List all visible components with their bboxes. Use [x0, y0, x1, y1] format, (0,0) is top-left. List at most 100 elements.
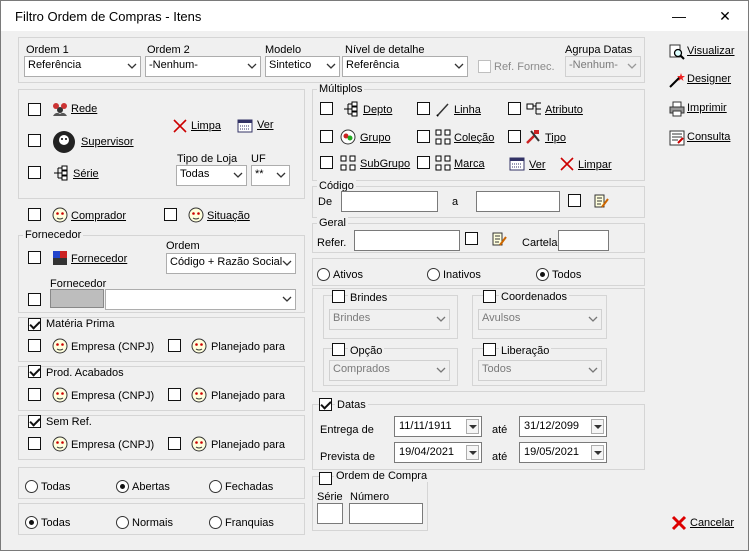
todos-radio[interactable]: [536, 268, 549, 281]
modelo-select[interactable]: Sintetico: [265, 56, 340, 77]
subgrupo-label[interactable]: SubGrupo: [360, 158, 410, 170]
situacao-checkbox[interactable]: [164, 208, 177, 221]
brindes-checkbox[interactable]: [332, 290, 345, 303]
opcao-checkbox[interactable]: [332, 343, 345, 356]
materia-planejado-checkbox[interactable]: [168, 339, 181, 352]
refer-checkbox[interactable]: [465, 232, 478, 245]
situacao-label[interactable]: Situação: [207, 210, 250, 222]
network-people-icon: [53, 103, 67, 116]
colecao-label[interactable]: Coleção: [454, 132, 494, 144]
semref-empresa-checkbox[interactable]: [28, 437, 41, 450]
tipo-loja-select[interactable]: Todas: [176, 165, 247, 186]
cartela-label: Cartela: [522, 237, 558, 249]
comprador-checkbox[interactable]: [28, 208, 41, 221]
prevista-de-date[interactable]: 19/04/2021: [394, 442, 482, 463]
chevron-down-icon: [627, 63, 637, 69]
materia-prima-checkbox[interactable]: [28, 318, 41, 331]
cartela-input[interactable]: [558, 230, 609, 251]
atributo-checkbox[interactable]: [508, 102, 521, 115]
serie-label[interactable]: Série: [73, 168, 99, 180]
date-dropdown-icon[interactable]: [466, 445, 479, 460]
prod-planejado-checkbox[interactable]: [168, 388, 181, 401]
oc-numero-input[interactable]: [349, 503, 423, 524]
subgrupo-checkbox[interactable]: [320, 156, 333, 169]
opcao-title: Opção: [348, 345, 385, 357]
pen-icon: [436, 103, 449, 117]
nivel-select[interactable]: Referência: [342, 56, 468, 77]
atributo-label[interactable]: Atributo: [545, 104, 583, 116]
date-dropdown-icon[interactable]: [591, 419, 604, 434]
sem-ref-checkbox[interactable]: [28, 415, 41, 428]
linha-label[interactable]: Linha: [454, 104, 481, 116]
colecao-checkbox[interactable]: [417, 130, 430, 143]
codigo-de-input[interactable]: [341, 191, 438, 212]
close-button[interactable]: ✕: [702, 1, 748, 31]
ativos-radio[interactable]: [317, 268, 330, 281]
entrega-ate-date[interactable]: 31/12/2099: [519, 416, 607, 437]
semref-planejado-checkbox[interactable]: [168, 437, 181, 450]
abertas-radio[interactable]: [116, 480, 129, 493]
ordem-compra-checkbox[interactable]: [319, 472, 332, 485]
rede-checkbox[interactable]: [28, 103, 41, 116]
marca-checkbox[interactable]: [417, 156, 430, 169]
tipo-label[interactable]: Tipo: [545, 132, 566, 144]
depto-label[interactable]: Depto: [363, 104, 392, 116]
prevista-ate-date[interactable]: 19/05/2021: [519, 442, 607, 463]
fornecedor-code-field[interactable]: [50, 289, 104, 308]
tipo-checkbox[interactable]: [508, 130, 521, 143]
supervisor-checkbox[interactable]: [28, 134, 41, 147]
date-dropdown-icon[interactable]: [591, 445, 604, 460]
agrupa-select[interactable]: -Nenhum-: [565, 56, 641, 77]
fornecedor-label[interactable]: Fornecedor: [71, 253, 127, 265]
coordenados-checkbox[interactable]: [483, 290, 496, 303]
prod-empresa-checkbox[interactable]: [28, 388, 41, 401]
fechadas-radio[interactable]: [209, 480, 222, 493]
franquias-radio[interactable]: [209, 516, 222, 529]
comprador-label[interactable]: Comprador: [71, 210, 126, 222]
printer-icon: [669, 101, 685, 117]
serie-checkbox[interactable]: [28, 166, 41, 179]
ordem1-select[interactable]: Referência: [24, 56, 141, 77]
marca-label[interactable]: Marca: [454, 158, 485, 170]
liberacao-checkbox[interactable]: [483, 343, 496, 356]
date-dropdown-icon[interactable]: [466, 419, 479, 434]
fornecedor2-checkbox[interactable]: [28, 293, 41, 306]
refer-input[interactable]: [354, 230, 460, 251]
materia-prima-title: Matéria Prima: [44, 318, 117, 330]
prod-acabados-title: Prod. Acabados: [44, 367, 126, 379]
attribute-icon: [526, 102, 541, 115]
ordem1-label: Ordem 1: [26, 44, 69, 56]
materia-empresa-checkbox[interactable]: [28, 339, 41, 352]
oc-serie-input[interactable]: [317, 503, 343, 524]
todas-radio[interactable]: [25, 480, 38, 493]
prod-acabados-checkbox[interactable]: [28, 365, 41, 378]
liberacao-select[interactable]: Todos: [478, 360, 602, 381]
brindes-title: Brindes: [348, 292, 390, 304]
fornecedor-ordem-select[interactable]: Código + Razão Social: [166, 253, 296, 274]
datas-checkbox[interactable]: [319, 398, 332, 411]
codigo-a-input[interactable]: [476, 191, 560, 212]
codigo-checkbox[interactable]: [568, 194, 581, 207]
grupo-label[interactable]: Grupo: [360, 132, 391, 144]
entrega-de-date[interactable]: 11/11/1911: [394, 416, 482, 437]
ordem2-select[interactable]: -Nenhum-: [145, 56, 261, 77]
coordenados-select[interactable]: Avulsos: [478, 309, 602, 330]
opcao-select[interactable]: Comprados: [329, 360, 450, 381]
fornecedor-name-select[interactable]: [105, 289, 296, 310]
fechadas-label: Fechadas: [225, 481, 274, 493]
inativos-radio[interactable]: [427, 268, 440, 281]
ref-fornec-checkbox[interactable]: [478, 60, 491, 73]
coordenados-title: Coordenados: [499, 291, 570, 303]
todas2-radio[interactable]: [25, 516, 38, 529]
supervisor-label[interactable]: Supervisor: [81, 136, 134, 148]
fornecedor-checkbox[interactable]: [28, 251, 41, 264]
grupo-checkbox[interactable]: [320, 130, 333, 143]
uf-select[interactable]: **: [251, 165, 290, 186]
clear-x-icon: [560, 157, 574, 171]
minimize-button[interactable]: —: [656, 1, 702, 31]
brindes-select[interactable]: Brindes: [329, 309, 450, 330]
linha-checkbox[interactable]: [417, 102, 430, 115]
normais-radio[interactable]: [116, 516, 129, 529]
rede-label[interactable]: Rede: [71, 103, 97, 115]
depto-checkbox[interactable]: [320, 102, 333, 115]
